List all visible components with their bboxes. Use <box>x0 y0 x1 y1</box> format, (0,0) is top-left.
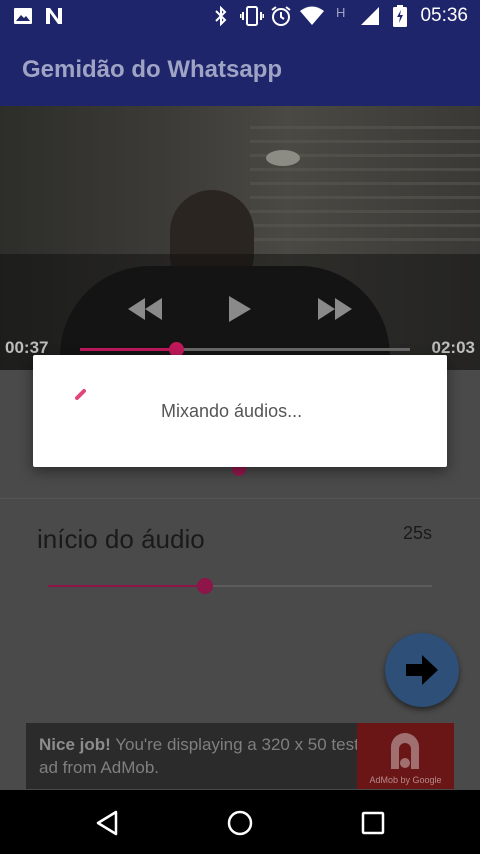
alarm-icon <box>270 6 292 26</box>
play-icon[interactable] <box>220 294 260 324</box>
start-value: 25s <box>402 523 432 543</box>
arrow-right-icon <box>406 655 438 685</box>
seek-bar-fill <box>80 348 176 351</box>
navigation-bar <box>0 790 480 854</box>
wifi-icon <box>300 6 324 26</box>
h-network-icon: H <box>336 4 346 20</box>
progress-dialog: Mixando áudios... <box>33 355 447 467</box>
ad-headline: Nice job! <box>39 735 111 754</box>
video-player[interactable]: 00:37 02:03 <box>0 106 480 370</box>
home-icon[interactable] <box>223 806 257 840</box>
start-slider[interactable] <box>48 578 432 594</box>
image-icon <box>14 6 32 26</box>
battery-charging-icon <box>393 5 407 27</box>
app-title: Gemidão do Whatsapp <box>22 56 283 83</box>
app-bar: Gemidão do Whatsapp <box>0 32 480 106</box>
start-label: início do áudio <box>37 524 205 554</box>
n-notification-icon <box>44 6 64 26</box>
signal-icon <box>360 6 380 26</box>
ceiling-lamp <box>266 150 300 166</box>
fast-forward-icon[interactable] <box>315 294 355 324</box>
rewind-icon[interactable] <box>125 294 165 324</box>
vibrate-icon <box>240 6 264 26</box>
admob-caption: AdMob by Google <box>369 775 442 785</box>
bluetooth-icon <box>214 6 228 26</box>
recents-icon[interactable] <box>356 806 390 840</box>
start-slider-fill <box>48 585 206 587</box>
back-icon[interactable] <box>90 806 124 840</box>
admob-logo: AdMob by Google <box>357 723 454 789</box>
next-button[interactable] <box>385 633 459 707</box>
dialog-message: Mixando áudios... <box>161 401 303 421</box>
loading-spinner-icon <box>75 389 86 400</box>
seek-bar[interactable] <box>80 342 410 357</box>
video-controls: 00:37 02:03 <box>0 254 480 370</box>
ad-text: Nice job! You're displaying a 320 x 50 t… <box>39 733 359 779</box>
status-bar: H 05:36 <box>0 0 480 32</box>
divider <box>0 498 480 499</box>
ad-banner[interactable]: Nice job! You're displaying a 320 x 50 t… <box>26 723 454 789</box>
start-slider-thumb[interactable] <box>197 578 214 594</box>
clock: 05:36 <box>420 5 468 26</box>
